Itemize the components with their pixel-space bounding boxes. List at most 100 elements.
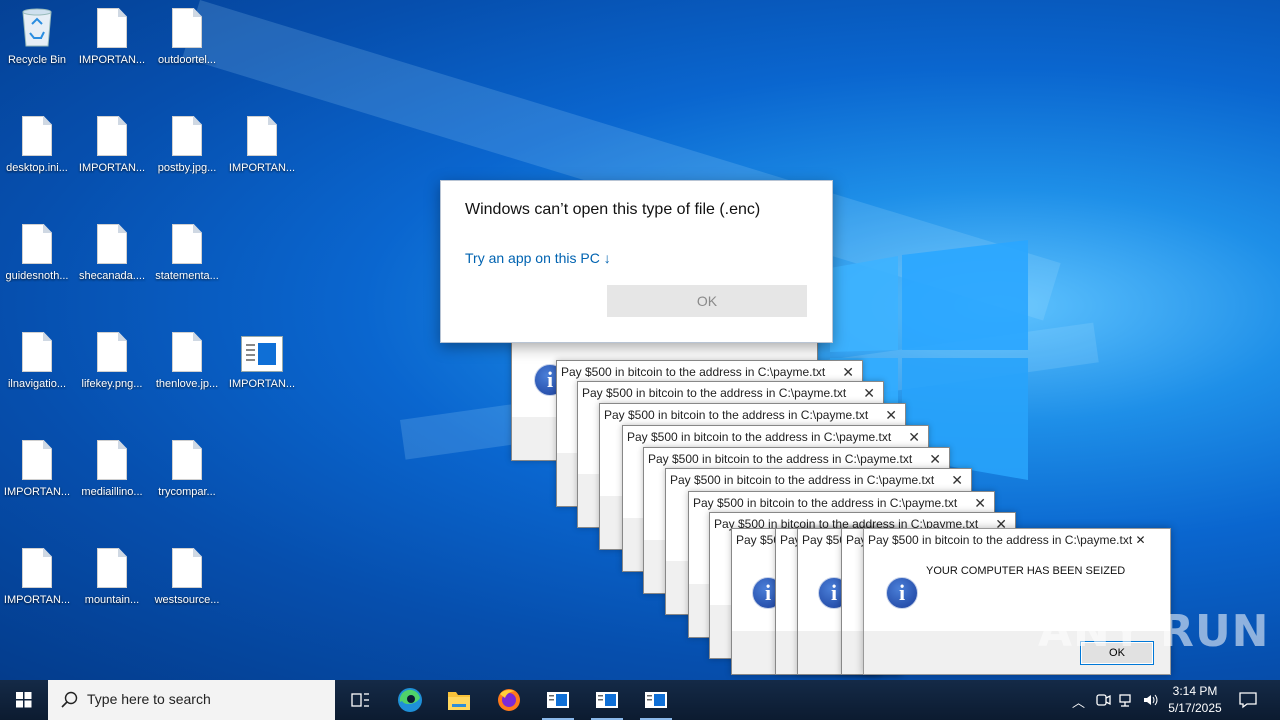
windows-start-icon [16,692,32,708]
desktop-icon-label: IMPORTAN... [78,162,146,174]
desktop-icon-label: postby.jpg... [157,162,217,174]
file-icon [97,332,127,372]
desktop-icon[interactable]: mediaillino... [75,432,149,522]
dialog-title-text: Pay $500 in bitcoin to the address in C:… [627,430,892,444]
desktop-icon-label: thenlove.jp... [155,378,219,390]
meet-now-icon[interactable] [1095,692,1111,708]
file-explorer-button[interactable] [435,680,483,720]
dialog-title: Pay $500 in bitcoin to the address in C:… [864,529,1170,551]
close-icon[interactable]: ✕ [842,361,854,383]
desktop-icon-label: Recycle Bin [7,54,67,66]
desktop-icon-label: IMPORTAN... [3,594,71,606]
desktop-icon[interactable]: shecanada.... [75,216,149,306]
desktop-icon-label: trycompar... [158,486,216,498]
file-icon [172,440,202,480]
desktop-icon-label: IMPORTAN... [78,54,146,66]
file-icon [172,548,202,588]
folder-icon [448,692,470,710]
file-icon [22,332,52,372]
desktop-icon[interactable]: statementa... [150,216,224,306]
start-button[interactable] [0,680,48,720]
close-icon[interactable]: ✕ [863,382,875,404]
desktop-icon[interactable]: IMPORTAN... [0,540,74,630]
ok-button[interactable]: OK [607,285,807,317]
desktop-icon-label: mediaillino... [81,486,143,498]
dialog-title: Pay $500 in bitcoin to the address in C:… [600,404,905,426]
file-icon [97,440,127,480]
edge-taskbar-button[interactable] [386,680,434,720]
firefox-taskbar-button[interactable] [485,680,533,720]
desktop-icon[interactable]: mountain... [75,540,149,630]
desktop-icon[interactable]: IMPORTAN... [225,108,299,198]
file-icon [172,332,202,372]
desktop-icon[interactable]: postby.jpg... [150,108,224,198]
search-box[interactable]: Type here to search [48,680,335,720]
task-view-button[interactable] [336,680,384,720]
dialog-title-text: Pay $500 in bitcoin to the address in C:… [670,473,935,487]
ransom-message: YOUR COMPUTER HAS BEEN SEIZED [926,565,1126,577]
desktop-icon[interactable]: thenlove.jp... [150,324,224,414]
desktop-icon[interactable]: outdoortel... [150,0,224,90]
window-app-icon [645,692,667,708]
desktop-icon[interactable]: trycompar... [150,432,224,522]
recycle-bin-icon [18,6,56,48]
desktop-icon-label: IMPORTAN... [228,162,296,174]
file-icon [172,8,202,48]
task-view-icon [351,693,369,707]
desktop-icon[interactable]: IMPORTAN... [0,432,74,522]
edge-icon [398,688,422,712]
close-icon[interactable]: ✕ [974,492,986,514]
close-icon[interactable]: ✕ [951,469,963,491]
file-icon [97,224,127,264]
search-icon [61,691,78,708]
file-icon [172,116,202,156]
app-taskbar-button[interactable] [583,680,631,720]
desktop-icon[interactable]: ilnavigatio... [0,324,74,414]
volume-icon[interactable] [1142,692,1160,708]
close-icon[interactable]: ✕ [908,426,920,448]
desktop-icon-label: westsource... [154,594,220,606]
open-with-dialog[interactable]: Windows can’t open this type of file (.e… [440,180,833,343]
app-taskbar-button[interactable] [534,680,582,720]
file-icon [22,548,52,588]
desktop-icon[interactable]: IMPORTAN... [75,0,149,90]
window-app-icon [596,692,618,708]
desktop-icon-label: IMPORTAN... [228,378,296,390]
taskbar: Type here to search ︿ 3:14 PM 5/17/2025 [0,680,1280,720]
clock-time: 3:14 PM [1172,684,1218,698]
desktop-icon-label: ilnavigatio... [7,378,67,390]
chevron-up-icon[interactable]: ︿ [1072,692,1085,711]
desktop-icon-label: lifekey.png... [81,378,143,390]
search-placeholder: Type here to search [87,691,211,707]
desktop-icon[interactable]: guidesnoth... [0,216,74,306]
desktop-icon[interactable]: IMPORTAN... [75,108,149,198]
info-icon: i [886,577,918,609]
desktop-icon-label: statementa... [155,270,219,282]
dialog-title-text: Pay $500 in bitcoin to the address in C:… [648,452,913,466]
desktop-icon[interactable]: desktop.ini... [0,108,74,198]
app-taskbar-button[interactable] [632,680,680,720]
dialog-title-text: Pay $500 in bitcoin to the address in C:… [604,408,869,422]
desktop-icon-label: mountain... [84,594,140,606]
desktop-icon-label: shecanada.... [78,270,146,282]
close-icon[interactable]: ✕ [1136,533,1146,547]
file-icon [172,224,202,264]
desktop-icon-label: guidesnoth... [5,270,69,282]
network-icon[interactable] [1119,692,1135,708]
dialog-title-text: Pay $500 in bitcoin to the address in C:… [561,365,826,379]
try-app-link[interactable]: Try an app on this PC ↓ [465,250,611,266]
dialog-heading: Windows can’t open this type of file (.e… [465,201,761,218]
desktop-icon-label: IMPORTAN... [3,486,71,498]
notification-icon[interactable] [1238,691,1258,709]
system-clock[interactable]: 3:14 PM 5/17/2025 [1162,683,1228,717]
desktop-icon[interactable]: lifekey.png... [75,324,149,414]
dialog-title: Pay $500 in bitcoin to the address in C:… [557,361,862,383]
desktop-icon-label: desktop.ini... [6,162,68,174]
desktop-icon[interactable]: westsource... [150,540,224,630]
desktop-icon[interactable]: Recycle Bin [0,0,74,90]
file-icon [97,8,127,48]
close-icon[interactable]: ✕ [929,448,941,470]
dialog-title-text: Pay $500 in bitcoin to the address in C:… [868,533,1133,547]
desktop-icon[interactable]: IMPORTAN... [225,324,299,414]
close-icon[interactable]: ✕ [885,404,897,426]
